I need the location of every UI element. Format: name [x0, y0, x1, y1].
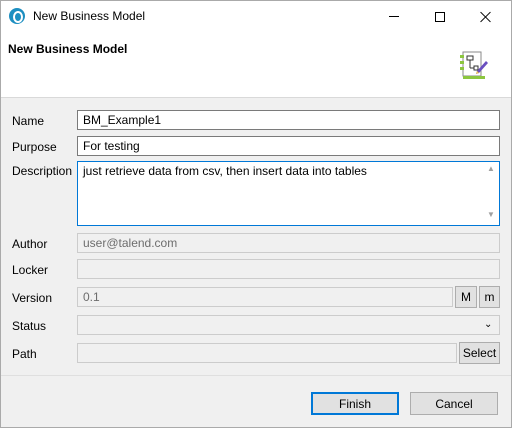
minimize-button[interactable] — [371, 1, 417, 32]
path-label: Path — [12, 347, 37, 361]
window-title: New Business Model — [33, 9, 146, 23]
page-title: New Business Model — [8, 42, 128, 56]
business-model-wizard-icon — [460, 51, 488, 79]
locker-label: Locker — [12, 263, 49, 277]
button-bar-separator — [1, 375, 511, 376]
wizard-header: New Business Model — [1, 32, 511, 98]
locker-input — [77, 259, 500, 279]
version-major-button[interactable]: M — [455, 286, 477, 308]
name-label: Name — [12, 114, 45, 128]
close-button[interactable] — [463, 1, 509, 32]
cancel-button[interactable]: Cancel — [410, 392, 498, 415]
name-input[interactable] — [77, 110, 500, 130]
version-input — [77, 287, 453, 307]
minimize-icon — [389, 16, 399, 17]
description-textarea[interactable]: just retrieve data from csv, then insert… — [77, 161, 500, 226]
maximize-icon — [435, 11, 445, 22]
version-minor-button[interactable]: m — [479, 286, 500, 308]
description-label: Description — [12, 164, 73, 178]
status-label: Status — [12, 319, 47, 333]
maximize-button[interactable] — [417, 1, 463, 32]
talend-app-icon — [9, 8, 25, 24]
title-bar[interactable]: New Business Model — [1, 1, 511, 32]
path-input — [77, 343, 457, 363]
chevron-down-icon[interactable]: ⌄ — [484, 320, 494, 330]
new-business-model-dialog: New Business Model New Business Model Na… — [0, 0, 512, 428]
description-scrollbar[interactable]: ▲ ▼ — [483, 162, 499, 225]
scroll-up-icon[interactable]: ▲ — [487, 165, 495, 173]
status-select[interactable] — [77, 315, 500, 335]
path-select-button[interactable]: Select — [459, 342, 500, 364]
scroll-down-icon[interactable]: ▼ — [487, 211, 495, 219]
author-label: Author — [12, 237, 48, 251]
purpose-input[interactable] — [77, 136, 500, 156]
finish-button[interactable]: Finish — [311, 392, 399, 415]
version-label: Version — [12, 291, 53, 305]
close-icon — [480, 11, 492, 23]
purpose-label: Purpose — [12, 140, 57, 154]
author-input — [77, 233, 500, 253]
